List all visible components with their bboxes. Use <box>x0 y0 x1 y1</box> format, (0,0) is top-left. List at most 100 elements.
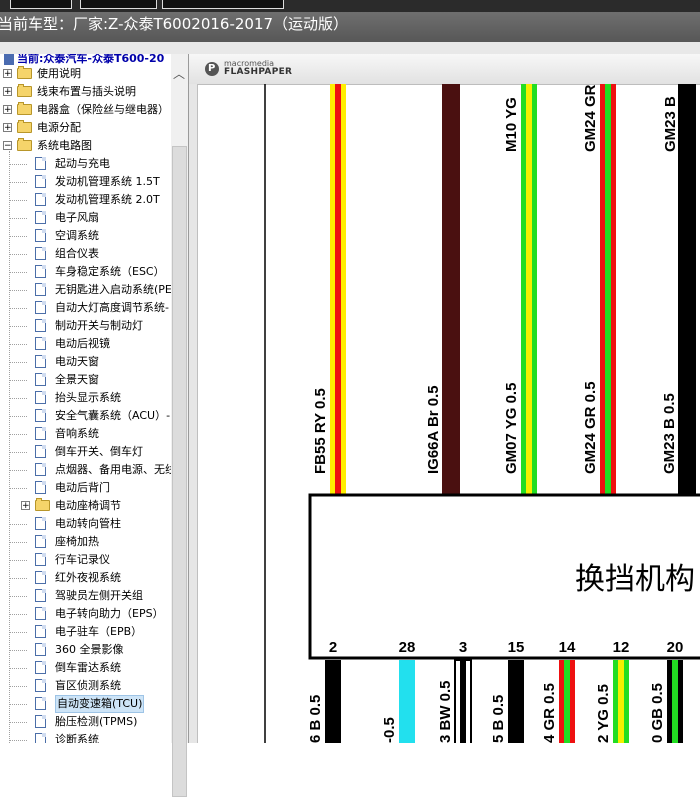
tree-connector <box>9 542 27 543</box>
wire-label: FB55 RY 0.5 <box>312 388 329 474</box>
top-tab[interactable] <box>10 0 72 9</box>
tree-connector <box>9 614 27 615</box>
tree-item-label: 胎压检测(TPMS) <box>55 715 138 728</box>
document-icon <box>35 517 46 530</box>
tree-connector <box>9 151 10 743</box>
pin-number: 28 <box>399 639 416 656</box>
wire-band <box>678 84 696 494</box>
tree-connector <box>9 578 27 579</box>
folder-icon <box>17 66 32 79</box>
document-icon <box>35 697 46 710</box>
wire-label: 0 GB 0.5 <box>649 683 666 743</box>
tree-item-label: 组合仪表 <box>55 247 99 260</box>
tree-connector <box>9 434 27 435</box>
folder-icon <box>17 102 32 115</box>
top-tab[interactable] <box>80 0 157 9</box>
wire-band <box>325 660 341 743</box>
document-icon <box>35 157 46 170</box>
title-bar: 当前车型：厂家:Z-众泰T6002016-2017（运动版） <box>0 12 700 42</box>
wire-label: 4 GR 0.5 <box>541 683 558 743</box>
tree-item-label: 车身稳定系统（ESC） <box>55 265 165 278</box>
pin-number: 20 <box>667 639 684 656</box>
wire-label: GM07 YG 0.5 <box>503 383 520 474</box>
document-icon <box>35 319 46 332</box>
expand-icon[interactable]: + <box>21 501 30 511</box>
navigation-tree[interactable]: 当前:众泰汽车-众泰T600-20 + 使用说明 + 线束布置与插头说明 + 电器盒（保险… <box>0 54 189 743</box>
document-icon <box>35 211 46 224</box>
document-icon <box>35 661 46 674</box>
document-icon <box>35 427 46 440</box>
tree-item-label: 电动后背门 <box>55 481 110 494</box>
pin-number: 3 <box>459 639 467 656</box>
expand-icon[interactable]: + <box>3 87 12 97</box>
tree-item-label: 倒车雷达系统 <box>55 661 121 674</box>
tree-item-label: 使用说明 <box>37 67 81 80</box>
tree-item-label: 发动机管理系统 2.0T <box>55 193 160 206</box>
tree-connector <box>9 200 27 201</box>
document-icon <box>35 175 46 188</box>
wire-label-cut: GM23 B <box>662 96 679 152</box>
tree-item-label: 电动座椅调节 <box>55 499 121 512</box>
wire-stripe <box>672 660 678 743</box>
document-icon <box>35 589 46 602</box>
document-icon <box>35 283 46 296</box>
tree-item-label: 电动后视镜 <box>55 337 110 350</box>
wiring-diagram: FB55 RY 0.51IG66A Br 0.522GM07 YG 0.55GM… <box>264 84 700 743</box>
tree-connector <box>9 416 27 417</box>
document-viewer[interactable]: macromedia FLASHPAPER FB55 RY 0.51IG66A … <box>189 54 700 743</box>
tree-item-label: 红外夜视系统 <box>55 571 121 584</box>
tree-connector <box>9 686 27 687</box>
tree-item-label: 电动转向管柱 <box>55 517 121 530</box>
pin-number: 2 <box>329 639 337 656</box>
tree-connector <box>9 398 27 399</box>
document-icon <box>35 247 46 260</box>
tree-connector <box>9 290 27 291</box>
expand-icon[interactable]: + <box>3 69 12 79</box>
tree-connector <box>9 182 27 183</box>
tree-item-label: 行车记录仪 <box>55 553 110 566</box>
wire-stripe <box>335 84 341 494</box>
tree-connector <box>9 218 27 219</box>
collapse-icon[interactable]: − <box>3 141 12 151</box>
tree-item-label: 自动大灯高度调节系统- <box>55 301 169 314</box>
tree-item-label: 线束布置与插头说明 <box>37 85 136 98</box>
tree-item-label: 音响系统 <box>55 427 99 440</box>
wire-label: GM23 B 0.5 <box>661 393 678 474</box>
tree-item-label: 全景天窗 <box>55 373 99 386</box>
document-icon <box>35 643 46 656</box>
tree-item-label: 安全气囊系统（ACU）- <box>55 409 171 422</box>
tree-item-label: 诊断系统 <box>55 733 99 743</box>
tree-connector <box>9 650 27 651</box>
top-tab[interactable] <box>162 0 284 9</box>
tree-item-label: 盲区侦测系统 <box>55 679 121 692</box>
tree-scrollbar[interactable]: ︿ <box>171 54 188 797</box>
expand-icon[interactable]: + <box>3 105 12 115</box>
tree-item-label: 电子风扇 <box>55 211 99 224</box>
document-icon <box>35 355 46 368</box>
tree-item-label: 驾驶员左侧开关组 <box>55 589 143 602</box>
document-icon <box>35 301 46 314</box>
tree-item-label: 电源分配 <box>37 121 81 134</box>
tree-root[interactable]: 当前:众泰汽车-众泰T600-20 <box>4 54 164 66</box>
tree-item-label: 空调系统 <box>55 229 99 242</box>
wire-label-cut: GM24 GR <box>582 84 599 152</box>
top-strip <box>0 0 700 12</box>
wire-top <box>600 84 616 494</box>
tree-item-label: 无钥匙进入启动系统(PE <box>55 283 172 296</box>
tree-item-label: 电动天窗 <box>55 355 99 368</box>
wire-top <box>330 84 346 494</box>
document-icon <box>35 553 46 566</box>
book-icon <box>4 54 14 65</box>
tree-item-label: 制动开关与制动灯 <box>55 319 143 332</box>
wire-band <box>442 84 460 494</box>
document-icon <box>35 481 46 494</box>
document-icon <box>35 193 46 206</box>
tree-connector <box>9 380 27 381</box>
scroll-up-icon[interactable]: ︿ <box>173 68 185 80</box>
document-icon <box>35 373 46 386</box>
wire-label: 5 B 0.5 <box>490 695 507 743</box>
tree-connector <box>9 344 27 345</box>
folder-icon <box>17 120 32 133</box>
expand-icon[interactable]: + <box>3 123 12 133</box>
scrollbar-thumb[interactable] <box>172 146 187 797</box>
